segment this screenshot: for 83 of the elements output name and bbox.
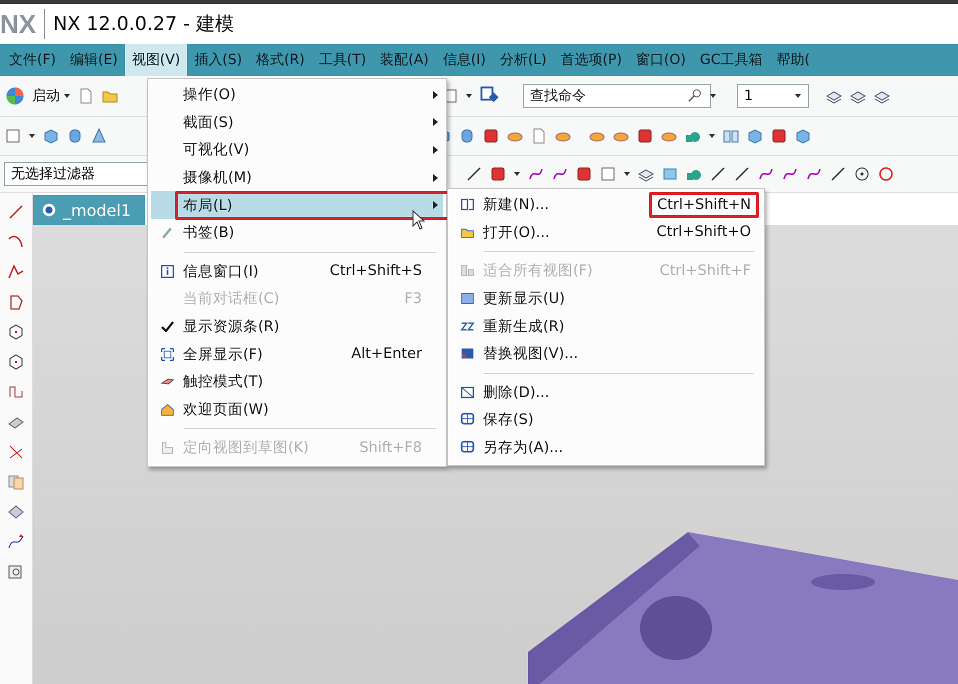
hexagon-icon[interactable]	[7, 323, 25, 341]
submenu-arrow-icon	[432, 90, 439, 100]
menu-bar-item[interactable]: 文件(F)	[2, 44, 63, 76]
layout-icon[interactable]	[460, 197, 474, 212]
info-icon[interactable]	[160, 264, 174, 279]
menu-item[interactable]: 信息窗口(I) Ctrl+Shift+S	[151, 258, 443, 286]
menu-item[interactable]: 打开(O)... Ctrl+Shift+O	[451, 218, 761, 246]
caret-icon[interactable]	[794, 92, 802, 100]
line-icon[interactable]	[7, 203, 25, 221]
menu-item[interactable]: 更新显示(U)	[451, 284, 761, 312]
menu-item[interactable]: 全屏显示(F) Alt+Enter	[151, 340, 443, 368]
hexagon-icon[interactable]	[7, 353, 25, 371]
caret-icon[interactable]	[623, 170, 631, 178]
menu-bar-item[interactable]: 信息(I)	[436, 44, 493, 76]
menu-item[interactable]: 保存(S)	[451, 406, 761, 434]
block-icon[interactable]	[770, 127, 788, 145]
square-icon[interactable]	[4, 127, 22, 145]
line-icon[interactable]	[709, 165, 727, 183]
submenu-arrow-icon	[432, 172, 439, 183]
menu-bar-item[interactable]: 首选项(P)	[554, 44, 629, 76]
caret-icon[interactable]	[708, 132, 716, 140]
caret-icon[interactable]	[513, 170, 521, 178]
fullscreen-icon[interactable]	[160, 346, 174, 362]
menu-bar-item[interactable]: 视图(V)	[124, 44, 188, 76]
count-dropdown[interactable]: 1	[737, 84, 809, 108]
command-search-field[interactable]: 查找命令	[523, 84, 711, 108]
menu-bar-item[interactable]: 帮助(	[770, 44, 817, 76]
window-title: NX 12.0.0.27 - 建模	[53, 12, 234, 37]
caret-icon[interactable]	[709, 92, 717, 100]
block-icon[interactable]	[482, 127, 500, 145]
menu-item[interactable]: 另存为(A)...	[451, 434, 761, 462]
square-icon[interactable]	[599, 165, 617, 183]
sheets-icon[interactable]	[7, 473, 25, 491]
layout-icon[interactable]	[460, 440, 474, 456]
menu-item[interactable]: 重新生成(R)	[451, 312, 761, 340]
start-icon[interactable]	[4, 85, 26, 107]
layout-icon[interactable]	[460, 384, 474, 400]
block-icon[interactable]	[636, 127, 654, 145]
menu-item[interactable]: 替换视图(V)...	[451, 340, 761, 368]
layout-icon[interactable]	[460, 346, 474, 362]
menu-item[interactable]: 新建(N)... Ctrl+Shift+N	[451, 191, 761, 219]
submenu-arrow-icon	[432, 200, 439, 210]
block-icon[interactable]	[575, 165, 593, 183]
cone-icon[interactable]	[90, 127, 108, 145]
cube-icon[interactable]	[746, 127, 764, 145]
home-icon[interactable]	[160, 402, 174, 417]
menu-item[interactable]: 截面(S)	[151, 108, 443, 136]
start-dropdown[interactable]: 启动	[32, 87, 71, 105]
line-icon[interactable]	[733, 165, 751, 183]
submenu-arrow-icon	[432, 117, 439, 128]
menu-item[interactable]: 删除(D)...	[451, 378, 761, 406]
menu-bar-item[interactable]: 窗口(O)	[628, 44, 693, 76]
menu-item[interactable]: 显示资源条(R)	[151, 312, 443, 340]
menu-bar-item[interactable]: 装配(A)	[373, 44, 436, 76]
menu-bar-item[interactable]: 工具(T)	[312, 44, 374, 76]
cube-icon[interactable]	[794, 127, 812, 145]
circle-icon[interactable]	[853, 165, 871, 183]
menu-item[interactable]: 摄像机(M)	[151, 164, 443, 192]
menu-item[interactable]: 可视化(V)	[151, 136, 443, 164]
line-icon[interactable]	[465, 165, 483, 183]
layout-icon[interactable]	[460, 291, 474, 306]
part-icon[interactable]	[41, 202, 57, 218]
cube-icon[interactable]	[42, 127, 60, 145]
submenu-arrow-icon	[432, 144, 439, 155]
caret-icon[interactable]	[465, 92, 473, 100]
block-icon[interactable]	[489, 165, 507, 183]
menu-item[interactable]: 书签(B)	[151, 218, 443, 247]
menu-bar-item[interactable]: 插入(S)	[187, 44, 250, 76]
line-icon[interactable]	[829, 165, 847, 183]
menu-item[interactable]: 触控模式(T)	[151, 368, 443, 396]
menu-bar-item[interactable]: 编辑(E)	[62, 44, 125, 76]
menu-bar-item[interactable]: 分析(L)	[492, 44, 554, 76]
menu-item[interactable]: 欢迎页面(W)	[151, 396, 443, 424]
selection-filter-dropdown[interactable]: 无选择过滤器	[4, 162, 149, 186]
menu-item[interactable]: 操作(O)	[151, 81, 443, 109]
caret-icon[interactable]	[28, 132, 36, 140]
app-logo: NX	[0, 9, 46, 39]
caret-icon[interactable]	[63, 92, 71, 100]
menu-bar-item[interactable]: GC工具箱	[692, 44, 770, 76]
mouse-cursor-icon	[412, 210, 426, 230]
layout-icon[interactable]	[460, 412, 474, 428]
plane-icon[interactable]	[7, 503, 25, 521]
menu-bar-item[interactable]: 格式(R)	[249, 44, 312, 76]
